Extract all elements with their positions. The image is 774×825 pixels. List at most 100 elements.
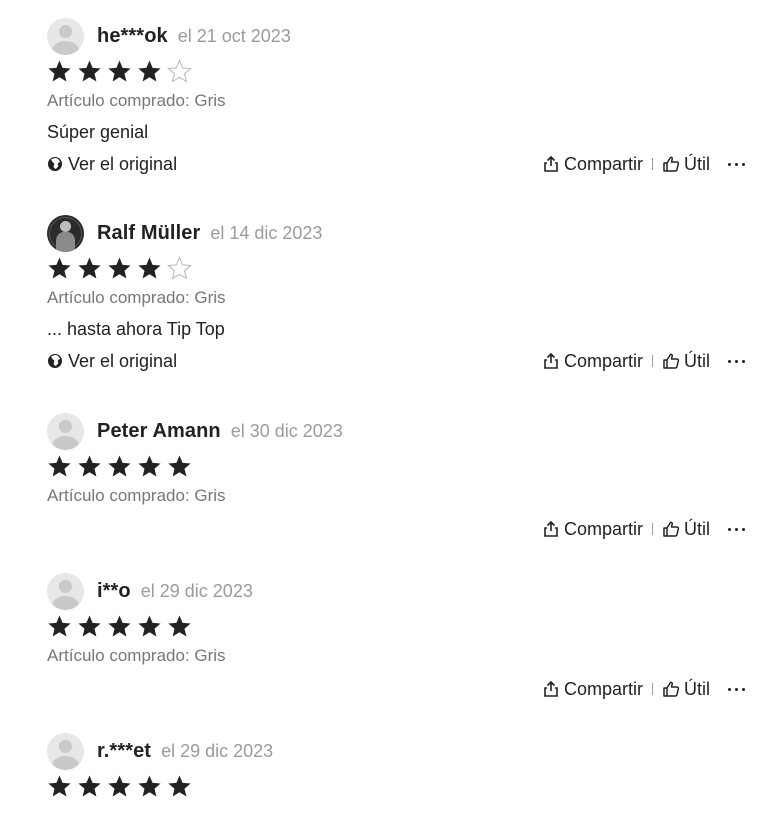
star-filled-icon xyxy=(107,59,132,84)
share-icon xyxy=(544,680,558,697)
avatar xyxy=(47,412,84,450)
share-helpful-group: Compartir Útil xyxy=(542,148,747,180)
star-filled-icon xyxy=(77,774,102,799)
star-rating xyxy=(47,253,747,283)
review-item: Ralf Müller el 14 dic 2023 Artículo comp… xyxy=(47,214,747,377)
review-comment: Súper genial xyxy=(47,122,149,142)
thumbs-up-icon xyxy=(663,521,680,537)
share-icon xyxy=(544,155,558,172)
review-header: Ralf Müller el 14 dic 2023 xyxy=(47,214,747,252)
thumbs-up-icon xyxy=(663,353,680,369)
divider xyxy=(652,683,653,695)
purchased-item: Artículo comprado: Gris xyxy=(47,486,226,505)
review-comment: ... hasta ahora Tip Top xyxy=(47,319,225,339)
purchased-item: Artículo comprado: Gris xyxy=(47,91,226,110)
star-filled-icon xyxy=(47,256,72,281)
review-date: el 29 dic 2023 xyxy=(140,580,253,601)
purchased-item: Artículo comprado: Gris xyxy=(47,288,226,307)
star-filled-icon xyxy=(167,774,192,799)
review-header: r.***et el 29 dic 2023 xyxy=(47,732,747,770)
share-label: Compartir xyxy=(563,153,643,174)
star-filled-icon xyxy=(137,59,162,84)
review-username: r.***et xyxy=(97,739,152,762)
review-date: el 14 dic 2023 xyxy=(210,222,323,243)
star-outline-icon xyxy=(167,58,192,84)
helpful-button[interactable]: Útil xyxy=(662,154,710,175)
review-header: Peter Amann el 30 dic 2023 xyxy=(47,412,747,450)
star-filled-icon xyxy=(107,614,132,639)
avatar xyxy=(47,572,84,610)
star-filled-icon xyxy=(137,614,162,639)
purchased-item: Artículo comprado: Gris xyxy=(47,646,226,665)
review-header: he***ok el 21 oct 2023 xyxy=(47,17,747,55)
divider xyxy=(652,355,653,367)
star-filled-icon xyxy=(137,454,162,479)
share-button[interactable]: Compartir xyxy=(542,154,643,175)
review-header: i**o el 29 dic 2023 xyxy=(47,572,747,610)
more-icon[interactable] xyxy=(726,359,747,363)
review-username: Ralf Müller xyxy=(97,221,201,244)
review-item: r.***et el 29 dic 2023 xyxy=(47,732,747,801)
share-label: Compartir xyxy=(563,678,643,699)
review-actions: Compartir Útil xyxy=(47,513,747,545)
star-filled-icon xyxy=(47,774,72,799)
star-filled-icon xyxy=(137,256,162,281)
review-username: he***ok xyxy=(97,24,168,47)
star-outline-icon xyxy=(167,255,192,281)
review-actions: Compartir Útil xyxy=(47,673,747,705)
view-original-link[interactable]: Ver el original xyxy=(47,154,177,175)
share-helpful-group: Compartir Útil xyxy=(542,513,747,545)
star-filled-icon xyxy=(107,256,132,281)
review-actions: Ver el original Compartir Útil xyxy=(47,148,747,180)
view-original-label: Ver el original xyxy=(68,153,178,174)
star-filled-icon xyxy=(77,454,102,479)
divider xyxy=(652,158,653,170)
star-rating xyxy=(47,611,747,641)
helpful-button[interactable]: Útil xyxy=(662,351,710,372)
star-filled-icon xyxy=(77,256,102,281)
star-filled-icon xyxy=(77,59,102,84)
helpful-button[interactable]: Útil xyxy=(662,519,710,540)
share-helpful-group: Compartir Útil xyxy=(542,345,747,377)
star-rating xyxy=(47,56,747,86)
review-username: i**o xyxy=(97,579,131,602)
thumbs-up-icon xyxy=(663,681,680,697)
star-filled-icon xyxy=(47,614,72,639)
share-button[interactable]: Compartir xyxy=(542,519,643,540)
globe-icon xyxy=(48,354,62,368)
helpful-button[interactable]: Útil xyxy=(662,679,710,700)
view-original-link[interactable]: Ver el original xyxy=(47,351,177,372)
star-filled-icon xyxy=(137,774,162,799)
review-item: he***ok el 21 oct 2023 Artículo comprado… xyxy=(47,17,747,180)
view-original-label: Ver el original xyxy=(68,350,178,371)
share-label: Compartir xyxy=(563,350,643,371)
reviews-list: he***ok el 21 oct 2023 Artículo comprado… xyxy=(0,0,774,825)
star-filled-icon xyxy=(167,454,192,479)
star-filled-icon xyxy=(167,614,192,639)
share-helpful-group: Compartir Útil xyxy=(542,673,747,705)
more-icon[interactable] xyxy=(726,687,747,691)
review-actions: Ver el original Compartir Útil xyxy=(47,345,747,377)
star-filled-icon xyxy=(107,454,132,479)
star-filled-icon xyxy=(107,774,132,799)
share-button[interactable]: Compartir xyxy=(542,351,643,372)
helpful-label: Útil xyxy=(684,678,710,699)
review-date: el 21 oct 2023 xyxy=(177,25,291,46)
star-rating xyxy=(47,451,747,481)
divider xyxy=(652,523,653,535)
more-icon[interactable] xyxy=(726,162,747,166)
avatar xyxy=(47,732,84,770)
helpful-label: Útil xyxy=(684,350,710,371)
share-button[interactable]: Compartir xyxy=(542,679,643,700)
avatar xyxy=(47,214,84,252)
avatar xyxy=(47,17,84,55)
star-rating xyxy=(47,771,747,801)
more-icon[interactable] xyxy=(726,527,747,531)
share-icon xyxy=(544,520,558,537)
star-filled-icon xyxy=(47,454,72,479)
helpful-label: Útil xyxy=(684,153,710,174)
helpful-label: Útil xyxy=(684,518,710,539)
review-item: Peter Amann el 30 dic 2023 Artículo comp… xyxy=(47,412,747,545)
thumbs-up-icon xyxy=(663,156,680,172)
star-filled-icon xyxy=(47,59,72,84)
